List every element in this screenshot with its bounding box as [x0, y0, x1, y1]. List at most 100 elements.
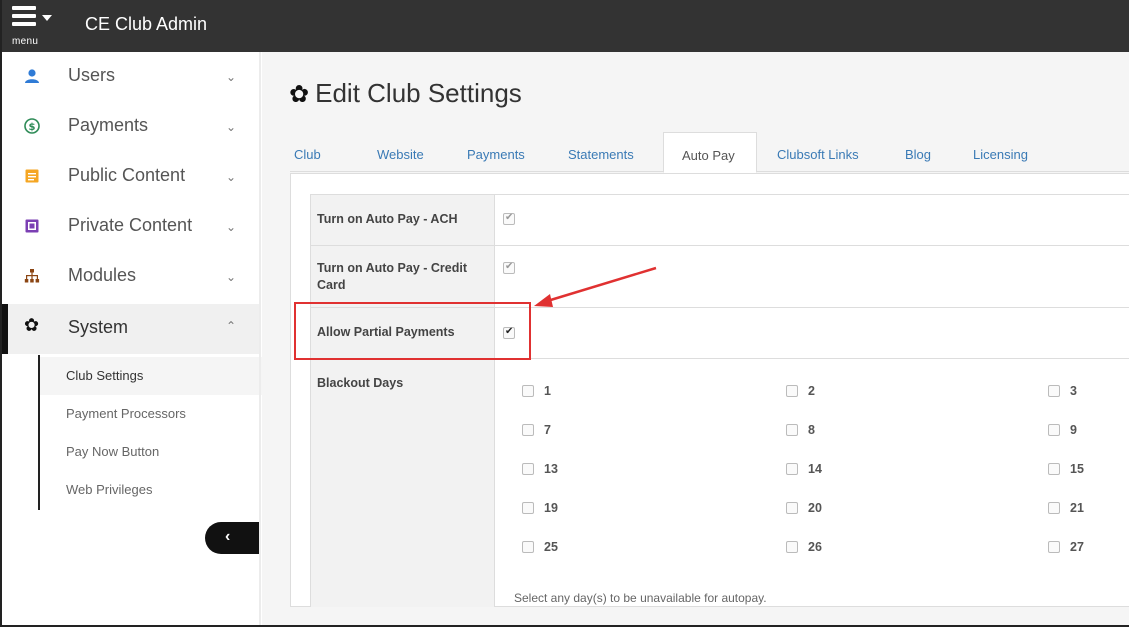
active-indicator [2, 304, 8, 354]
tab-label: Statements [568, 147, 634, 162]
chevron-down-icon: ⌄ [226, 170, 237, 184]
system-subnav: Club Settings Payment Processors Pay Now… [38, 355, 262, 510]
day-label: 2 [808, 384, 815, 398]
subnav-pay-now-button[interactable]: Pay Now Button [40, 433, 262, 471]
chevron-down-icon: ⌄ [226, 120, 237, 134]
sidebar-item-label: Payments [68, 115, 149, 135]
sidebar-item-modules[interactable]: Modules ⌄ [2, 252, 260, 302]
day-checkbox[interactable] [1048, 385, 1060, 397]
gear-icon: ✿ [289, 81, 310, 108]
chevron-down-icon: ⌄ [226, 70, 237, 84]
day-label: 14 [808, 462, 822, 476]
app-title: CE Club Admin [85, 14, 208, 34]
day-checkbox[interactable] [522, 541, 534, 553]
subnav-club-settings[interactable]: Club Settings [40, 357, 262, 395]
subnav-label: Web Privileges [66, 482, 153, 497]
chevron-down-icon: ⌄ [226, 220, 237, 234]
day-checkbox[interactable] [786, 502, 798, 514]
tab-auto-pay[interactable]: Auto Pay [663, 132, 757, 173]
tab-clubsoft-links[interactable]: Clubsoft Links [777, 132, 877, 172]
setting-label: Turn on Auto Pay - ACH [311, 195, 495, 245]
sidebar-item-label: Modules [68, 265, 137, 285]
setting-label: Turn on Auto Pay - Credit Card [311, 246, 495, 307]
tab-label: Blog [905, 147, 932, 162]
tab-bar: Club Website Payments Statements Auto Pa… [290, 132, 1129, 173]
day-label: 26 [808, 540, 822, 554]
tab-statements[interactable]: Statements [568, 132, 648, 172]
top-bar: menu CE Club Admin [2, 0, 1129, 52]
sidebar-item-label: Public Content [68, 165, 186, 185]
chevron-left-icon: ‹ [225, 528, 231, 545]
sidebar-item-public-content[interactable]: Public Content ⌄ [2, 152, 260, 202]
sidebar-item-system[interactable]: ✿ System ⌃ [2, 304, 260, 354]
user-icon [25, 69, 39, 83]
tab-website[interactable]: Website [377, 132, 437, 172]
day-checkbox[interactable] [522, 385, 534, 397]
day-label: 25 [544, 540, 558, 554]
day-checkbox[interactable] [1048, 463, 1060, 475]
day-checkbox[interactable] [786, 385, 798, 397]
sidebar-item-label: Private Content [68, 215, 193, 235]
day-checkbox[interactable] [522, 424, 534, 436]
document-icon [25, 169, 39, 183]
annotation-highlight-box [294, 302, 531, 360]
gear-icon: ✿ [24, 315, 40, 335]
day-label: 15 [1070, 462, 1084, 476]
day-label: 1 [544, 384, 551, 398]
tab-label: Website [377, 147, 424, 162]
day-checkbox[interactable] [1048, 424, 1060, 436]
subnav-payment-processors[interactable]: Payment Processors [40, 395, 262, 433]
tab-label: Payments [467, 147, 525, 162]
sidebar-item-private-content[interactable]: Private Content ⌄ [2, 202, 260, 252]
ach-checkbox[interactable] [503, 212, 515, 225]
page-title-text: Edit Club Settings [315, 78, 522, 108]
day-label: 8 [808, 423, 815, 437]
chevron-down-icon: ⌄ [226, 270, 237, 284]
setting-row-credit-card: Turn on Auto Pay - Credit Card [311, 246, 1129, 308]
subnav-label: Club Settings [66, 368, 144, 383]
credit-card-checkbox[interactable] [503, 261, 515, 274]
caret-down-icon [42, 15, 52, 21]
tab-blog[interactable]: Blog [905, 132, 945, 172]
tab-club[interactable]: Club [294, 132, 334, 172]
setting-label: Blackout Days [311, 359, 495, 607]
day-checkbox[interactable] [1048, 541, 1060, 553]
sidebar: Users ⌄ $ Payments ⌄ Public Content ⌄ Pr… [2, 52, 262, 625]
day-checkbox[interactable] [1048, 502, 1060, 514]
hamburger-icon [12, 6, 36, 30]
day-label: 21 [1070, 501, 1084, 515]
blackout-helper-text: Select any day(s) to be unavailable for … [514, 591, 767, 605]
sidebar-item-users[interactable]: Users ⌄ [2, 52, 260, 102]
chevron-up-icon: ⌃ [226, 319, 237, 333]
tab-label: Licensing [973, 147, 1028, 162]
annotation-arrow-icon [534, 266, 657, 307]
sidebar-item-label: System [68, 317, 129, 337]
day-checkbox[interactable] [786, 424, 798, 436]
subnav-label: Payment Processors [66, 406, 186, 421]
menu-button[interactable]: menu [10, 4, 62, 48]
tab-payments[interactable]: Payments [467, 132, 537, 172]
sidebar-item-payments[interactable]: $ Payments ⌄ [2, 102, 260, 152]
tab-label: Club [294, 147, 321, 162]
subnav-label: Pay Now Button [66, 444, 160, 459]
day-checkbox[interactable] [522, 502, 534, 514]
subnav-web-privileges[interactable]: Web Privileges [40, 471, 262, 509]
day-checkbox[interactable] [522, 463, 534, 475]
day-checkbox[interactable] [786, 541, 798, 553]
day-label: 3 [1070, 384, 1077, 398]
private-document-icon [25, 219, 39, 233]
day-label: 27 [1070, 540, 1084, 554]
menu-label: menu [12, 36, 39, 47]
day-label: 19 [544, 501, 558, 515]
setting-row-blackout-days: Blackout Days 1 2 3 7 8 9 13 14 15 19 20… [311, 359, 1129, 607]
auto-pay-panel: Turn on Auto Pay - ACH Turn on Auto Pay … [290, 173, 1129, 607]
sitemap-icon [24, 269, 40, 283]
collapse-sidebar-button[interactable]: ‹ [205, 522, 261, 554]
app-window: menu CE Club Admin Users ⌄ $ Payments ⌄ [0, 0, 1129, 627]
svg-text:$: $ [29, 122, 36, 133]
tab-licensing[interactable]: Licensing [973, 132, 1043, 172]
day-label: 20 [808, 501, 822, 515]
day-label: 13 [544, 462, 558, 476]
settings-table: Turn on Auto Pay - ACH Turn on Auto Pay … [310, 194, 1129, 607]
day-checkbox[interactable] [786, 463, 798, 475]
